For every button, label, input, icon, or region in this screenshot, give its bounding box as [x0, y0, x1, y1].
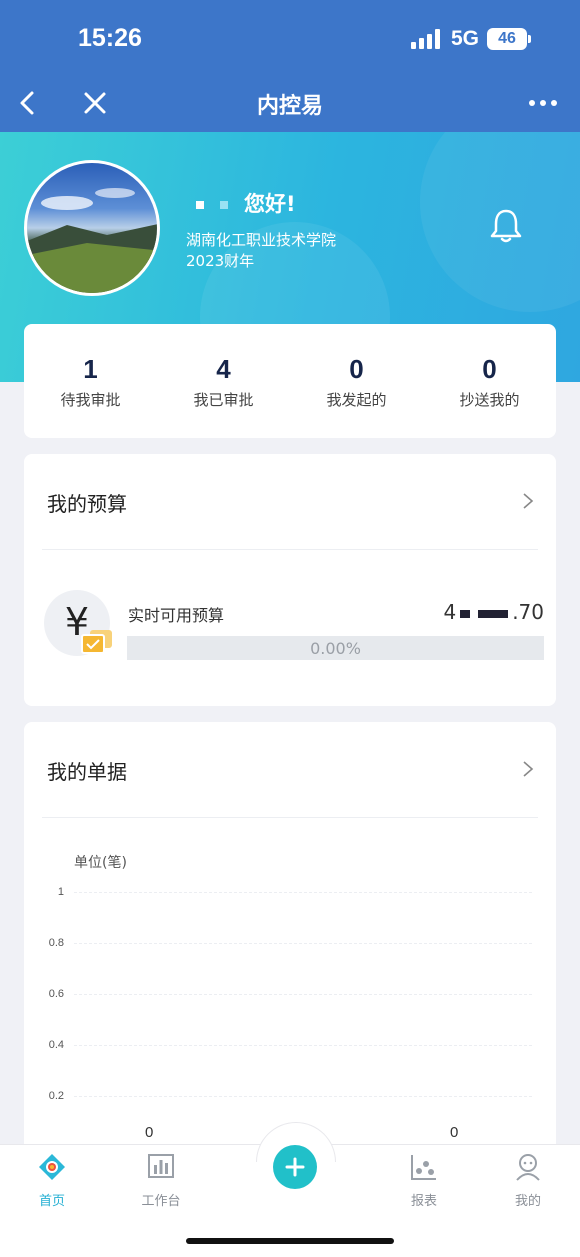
redaction-mask [460, 609, 471, 618]
gridline [74, 1045, 532, 1046]
stat-value: 4 [216, 354, 231, 384]
chart-unit-label: 单位(笔) [74, 855, 127, 871]
gridline [74, 892, 532, 893]
redaction-mask [220, 201, 228, 209]
network-type: 5G [451, 27, 480, 50]
plus-icon [285, 1157, 305, 1177]
battery-icon: 46 [487, 28, 531, 50]
tab-reports[interactable]: 报表 [384, 1152, 464, 1209]
budget-section-title: 我的预算 [47, 492, 127, 516]
budget-progress-bar: 0.00% [127, 636, 544, 660]
stat-label: 我发起的 [326, 391, 387, 409]
my-budget-card[interactable]: 我的预算 ¥ 实时可用预算 4.70 0.00% [24, 454, 556, 706]
stat-approved[interactable]: 4 我已审批 [157, 354, 290, 410]
available-budget-label: 实时可用预算 [128, 606, 225, 625]
stat-cc-to-me[interactable]: 0 抄送我的 [423, 354, 556, 410]
y-tick-label: 0.6 [48, 988, 64, 1000]
tab-mine[interactable]: 我的 [488, 1152, 568, 1209]
stat-label: 待我审批 [60, 391, 121, 409]
redaction-mask [478, 609, 509, 618]
divider [42, 817, 538, 818]
tab-workbench[interactable]: 工作台 [121, 1152, 201, 1209]
greeting: 您好! [196, 188, 296, 218]
tab-home[interactable]: 首页 [12, 1152, 92, 1209]
chevron-right-icon[interactable] [522, 492, 534, 510]
tab-label: 工作台 [141, 1194, 181, 1209]
tab-label: 首页 [38, 1194, 65, 1209]
greeting-text: 您好! [244, 192, 296, 216]
home-icon [39, 1154, 65, 1180]
home-indicator [186, 1238, 394, 1244]
organization-name: 湖南化工职业技术学院 [186, 231, 337, 249]
check-badge-icon [81, 634, 105, 654]
more-icon[interactable] [528, 98, 558, 108]
stat-initiated[interactable]: 0 我发起的 [290, 354, 423, 410]
gridline [74, 994, 532, 995]
avatar[interactable] [24, 160, 160, 296]
approval-stats-card: 1 待我审批 4 我已审批 0 我发起的 0 抄送我的 [24, 324, 556, 438]
documents-section-title: 我的单据 [47, 760, 127, 784]
available-budget-value: 4.70 [443, 600, 544, 624]
workbench-chart-icon [148, 1154, 174, 1178]
stat-label: 抄送我的 [459, 391, 520, 409]
stat-label: 我已审批 [193, 391, 254, 409]
data-label: 0 [450, 1124, 459, 1141]
page-title: 内控易 [256, 94, 323, 119]
status-bar: 15:26 5G 46 [0, 0, 580, 78]
divider [42, 549, 538, 550]
y-tick-label: 0.8 [48, 937, 64, 949]
gridline [74, 1096, 532, 1097]
redaction-mask [196, 201, 204, 209]
profile-icon [516, 1154, 540, 1181]
y-tick-label: 1 [57, 886, 64, 898]
add-button[interactable] [273, 1145, 317, 1189]
navigation-bar: 内控易 [0, 78, 580, 132]
report-icon [411, 1155, 436, 1180]
budget-progress-text: 0.00% [310, 639, 361, 658]
stat-value: 0 [349, 354, 364, 384]
stat-pending-approval[interactable]: 1 待我审批 [24, 354, 157, 410]
avatar-landscape-image [27, 188, 157, 293]
status-time: 15:26 [78, 24, 142, 52]
budget-value-prefix: 4 [443, 600, 457, 624]
stat-value: 0 [482, 354, 497, 384]
gridline [74, 943, 532, 944]
y-tick-label: 0.4 [48, 1039, 64, 1051]
data-label: 0 [145, 1124, 154, 1141]
fiscal-year: 2023财年 [186, 252, 255, 270]
chevron-right-icon[interactable] [522, 760, 534, 778]
tab-label: 我的 [514, 1194, 541, 1209]
signal-icon [411, 29, 441, 49]
stat-value: 1 [83, 354, 98, 384]
tab-label: 报表 [410, 1194, 437, 1209]
budget-value-suffix: .70 [512, 600, 544, 624]
my-documents-card[interactable]: 我的单据 单位(笔) 1 0.8 0.6 0.4 0.2 0 0 [24, 722, 556, 1162]
y-tick-label: 0.2 [48, 1090, 64, 1102]
bell-icon[interactable] [486, 206, 526, 246]
